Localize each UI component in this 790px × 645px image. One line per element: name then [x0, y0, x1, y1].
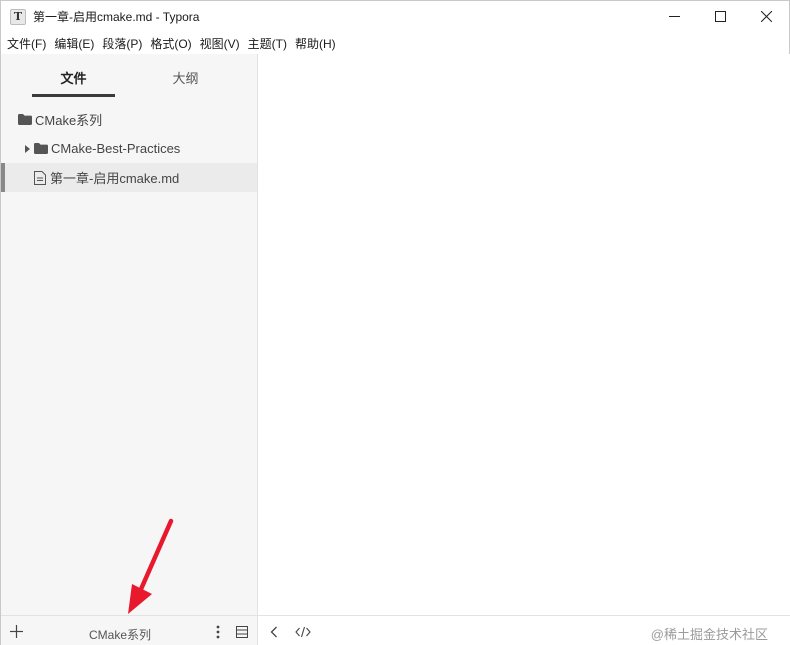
file-icon [34, 170, 46, 185]
minimize-button[interactable] [651, 1, 697, 32]
typora-window: T 第一章-启用cmake.md - Typora 文件(F) 编辑(E) 段落… [0, 0, 790, 645]
editor-footer: @稀土掘金技术社区 [258, 615, 790, 645]
sidebar-footer: CMake系列 [1, 615, 258, 645]
close-button[interactable] [743, 1, 789, 32]
close-icon [760, 11, 772, 22]
menu-view[interactable]: 视图(V) [200, 35, 240, 52]
tree-item-label: 第一章-启用cmake.md [50, 171, 180, 186]
maximize-icon [714, 11, 726, 22]
tree-item-root-folder[interactable]: CMake系列 [1, 105, 257, 134]
tree-item-subfolder[interactable]: CMake-Best-Practices [1, 134, 257, 163]
maximize-button[interactable] [697, 1, 743, 32]
title-bar: T 第一章-启用cmake.md - Typora [1, 1, 789, 32]
typora-icon: T [10, 8, 26, 25]
window-title: 第一章-启用cmake.md - Typora [33, 10, 200, 24]
triangle-right-icon[interactable] [25, 144, 30, 153]
tree-item-label: CMake-Best-Practices [51, 141, 181, 156]
folder-icon [18, 114, 32, 125]
menu-file[interactable]: 文件(F) [7, 35, 46, 52]
tree-item-selected-file[interactable]: 第一章-启用cmake.md [1, 163, 257, 192]
menu-edit[interactable]: 编辑(E) [54, 35, 94, 52]
menu-bar: 文件(F) 编辑(E) 段落(P) 格式(O) 视图(V) 主题(T) 帮助(H… [1, 32, 789, 54]
file-tree: CMake系列 CMake-Best-Practices 第一章-启用cmake… [1, 105, 257, 192]
more-vertical-icon[interactable] [215, 625, 221, 639]
plus-icon[interactable] [10, 625, 23, 638]
minimize-icon [668, 16, 680, 17]
folder-icon [34, 143, 48, 154]
sidebar-tabs: 文件 大纲 [1, 54, 257, 98]
active-tab-indicator [32, 94, 115, 97]
menu-help[interactable]: 帮助(H) [295, 35, 336, 52]
tab-outline[interactable]: 大纲 [143, 68, 228, 87]
tab-files[interactable]: 文件 [32, 68, 115, 87]
editor-area[interactable] [258, 54, 790, 615]
window-controls [651, 1, 789, 32]
menu-theme[interactable]: 主题(T) [248, 35, 287, 52]
sidebar: 文件 大纲 CMake系列 CMake-Best-Practices 第一章-启… [1, 54, 258, 615]
chevron-left-icon[interactable] [270, 626, 278, 638]
menu-format[interactable]: 格式(O) [150, 35, 191, 52]
menu-paragraph[interactable]: 段落(P) [102, 35, 142, 52]
current-folder-label[interactable]: CMake系列 [61, 626, 179, 643]
panel-icon[interactable] [236, 626, 248, 638]
tree-item-label: CMake系列 [35, 113, 103, 128]
code-icon[interactable] [295, 626, 311, 638]
watermark: @稀土掘金技术社区 [650, 627, 768, 642]
